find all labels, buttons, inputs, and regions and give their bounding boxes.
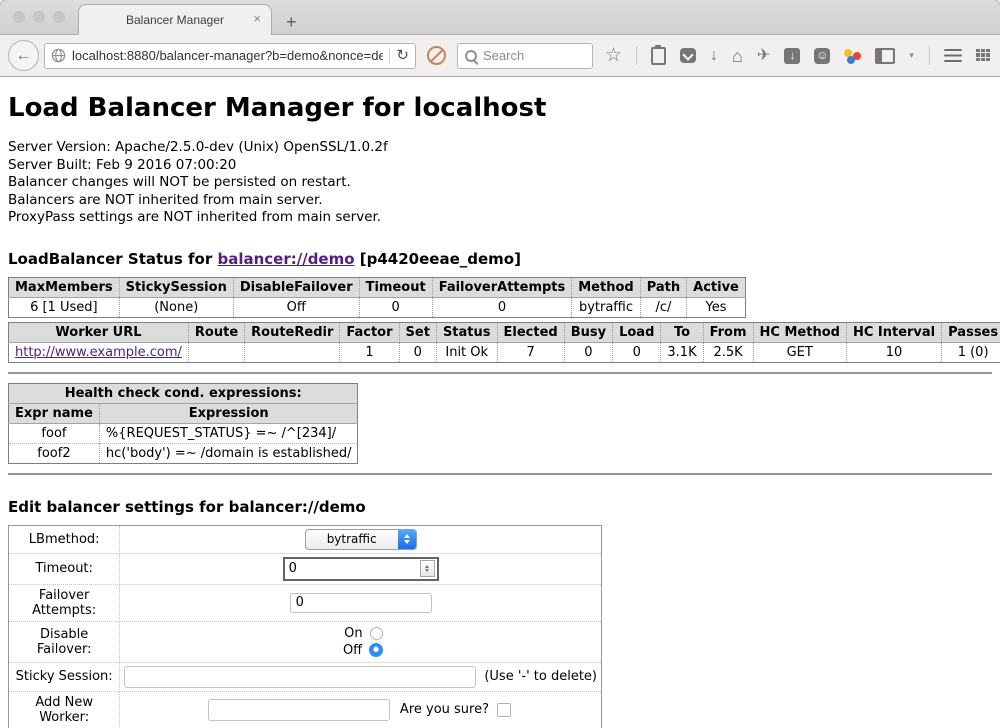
timeout-input[interactable]: 0 [283, 557, 439, 581]
tab-bar: Balancer Manager × + [0, 0, 1000, 35]
minimize-window-button[interactable] [33, 11, 45, 23]
are-you-sure-label: Are you sure? [400, 702, 489, 717]
worker-url-link[interactable]: http://www.example.com/ [15, 345, 182, 360]
browser-window: Balancer Manager × + ← localhost:8880/ba… [0, 0, 1000, 728]
table-row: foof2 hc('body') =~ /domain is establish… [9, 443, 358, 463]
reload-button[interactable]: ↻ [396, 48, 409, 63]
page-title: Load Balancer Manager for localhost [8, 93, 992, 123]
sticky-delete-hint: (Use '-' to delete) [484, 669, 597, 684]
worker-table: Worker URL Route RouteRedir Factor Set S… [8, 322, 1000, 363]
new-tab-button[interactable]: + [286, 13, 297, 31]
url-bar[interactable]: localhost:8880/balancer-manager?b=demo&n… [44, 43, 416, 69]
inherit-notice: Balancers are NOT inherited from main se… [8, 192, 992, 210]
form-row-timeout: Timeout: 0 [9, 553, 602, 584]
back-icon: ← [16, 47, 32, 65]
add-worker-label: Add New Worker: [9, 691, 120, 728]
status-heading-prefix: LoadBalancer Status for [8, 250, 212, 268]
tab-groups-icon[interactable] [976, 49, 992, 63]
server-info: Server Version: Apache/2.5.0-dev (Unix) … [8, 139, 992, 227]
home-icon[interactable]: ⌂ [732, 48, 743, 64]
edit-settings-heading: Edit balancer settings for balancer://de… [8, 498, 992, 516]
site-identity-globe-icon [51, 48, 66, 63]
app-download-icon[interactable]: ↓ [784, 48, 800, 64]
radio-off[interactable] [369, 643, 383, 657]
window-controls [13, 11, 65, 23]
timeout-value: 0 [289, 561, 297, 576]
form-row-lbmethod: LBmethod: bytraffic [9, 525, 602, 553]
close-window-button[interactable] [13, 11, 25, 23]
nav-toolbar: ← localhost:8880/balancer-manager?b=demo… [0, 35, 1000, 77]
url-text: localhost:8880/balancer-manager?b=demo&n… [72, 48, 383, 63]
pocket-icon[interactable] [680, 48, 696, 63]
status-heading: LoadBalancer Status for balancer://demo … [8, 250, 992, 268]
search-bar[interactable]: Search [457, 43, 593, 69]
failover-attempts-input[interactable]: 0 [290, 593, 432, 613]
radio-on[interactable] [370, 627, 383, 640]
plugin-blocked-icon[interactable] [427, 46, 446, 65]
tab-balancer-manager[interactable]: Balancer Manager × [78, 4, 272, 35]
table-title-row: Health check cond. expressions: [9, 383, 358, 403]
zoom-window-button[interactable] [53, 11, 65, 23]
sticky-session-input[interactable] [124, 666, 476, 688]
page-content: Load Balancer Manager for localhost Serv… [0, 77, 1000, 728]
back-button[interactable]: ← [8, 40, 39, 71]
radio-off-label: Off [338, 642, 362, 659]
failover-attempts-label: Failover Attempts: [9, 584, 120, 621]
stepper-icon[interactable] [420, 560, 435, 577]
new-worker-input[interactable] [208, 699, 390, 721]
downloads-icon[interactable]: ↓ [710, 48, 718, 64]
chevron-down-icon[interactable]: ▾ [909, 50, 914, 61]
toolbar-divider [636, 46, 637, 65]
server-built-line: Server Built: Feb 9 2016 07:00:20 [8, 157, 992, 175]
table-row: http://www.example.com/ 1 0 Init Ok 7 0 … [9, 342, 1000, 362]
section-divider [8, 473, 992, 475]
proxypass-notice: ProxyPass settings are NOT inherited fro… [8, 209, 992, 227]
radio-on-label: On [339, 625, 363, 642]
table-row: 6 [1 Used] (None) Off 0 0 bytraffic /c/ … [9, 297, 746, 317]
balancer-demo-link[interactable]: balancer://demo [217, 250, 354, 268]
search-placeholder: Search [483, 48, 524, 63]
form-row-failover: Failover Attempts: 0 [9, 584, 602, 621]
feedback-smiley-icon[interactable]: ☺ [814, 48, 830, 64]
table-row: foof %{REQUEST_STATUS} =~ /^[234]/ [9, 423, 358, 443]
bookmarks-menu-icon[interactable] [651, 47, 666, 65]
sidebar-icon[interactable] [875, 48, 895, 64]
lbmethod-select[interactable]: bytraffic [305, 529, 417, 550]
are-you-sure-checkbox[interactable] [497, 703, 511, 717]
toolbar-divider [929, 46, 930, 65]
table-header-row: MaxMembers StickySession DisableFailover… [9, 277, 746, 297]
failover-attempts-value: 0 [296, 595, 304, 610]
menu-icon[interactable] [944, 49, 962, 52]
sticky-session-label: Sticky Session: [9, 662, 120, 691]
tab-title: Balancer Manager [126, 13, 224, 27]
status-heading-suffix: [p4420eeae_demo] [360, 250, 521, 268]
urlbar-divider [389, 48, 390, 64]
lbmethod-selected-value: bytraffic [306, 530, 398, 549]
bookmark-star-icon[interactable]: ☆ [605, 48, 622, 64]
balancer-status-table: MaxMembers StickySession DisableFailover… [8, 277, 746, 318]
timeout-label: Timeout: [9, 553, 120, 584]
chevron-updown-icon [398, 530, 416, 549]
form-row-disable-failover: Disable Failover: On Off [9, 621, 602, 662]
table-header-row: Worker URL Route RouteRedir Factor Set S… [9, 322, 1000, 342]
health-check-table: Health check cond. expressions: Expr nam… [8, 383, 358, 464]
edit-balancer-form: LBmethod: bytraffic Timeout: 0 [8, 525, 602, 728]
table-header-row: Expr name Expression [9, 403, 358, 423]
form-row-sticky: Sticky Session: (Use '-' to delete) [9, 662, 602, 691]
search-icon [465, 50, 477, 62]
form-row-add-worker: Add New Worker: Are you sure? [9, 691, 602, 728]
tab-close-icon[interactable]: × [253, 12, 261, 25]
send-tab-icon[interactable]: ✈ [757, 48, 770, 64]
persist-notice: Balancer changes will NOT be persisted o… [8, 174, 992, 192]
toolbar-buttons: ☆ ↓ ⌂ ✈ ↓ ☺ ▾ [605, 46, 992, 65]
server-version-line: Server Version: Apache/2.5.0-dev (Unix) … [8, 139, 992, 157]
hello-icon[interactable] [844, 48, 861, 64]
disable-failover-label: Disable Failover: [9, 621, 120, 662]
lbmethod-label: LBmethod: [9, 525, 120, 553]
section-divider [8, 372, 992, 374]
